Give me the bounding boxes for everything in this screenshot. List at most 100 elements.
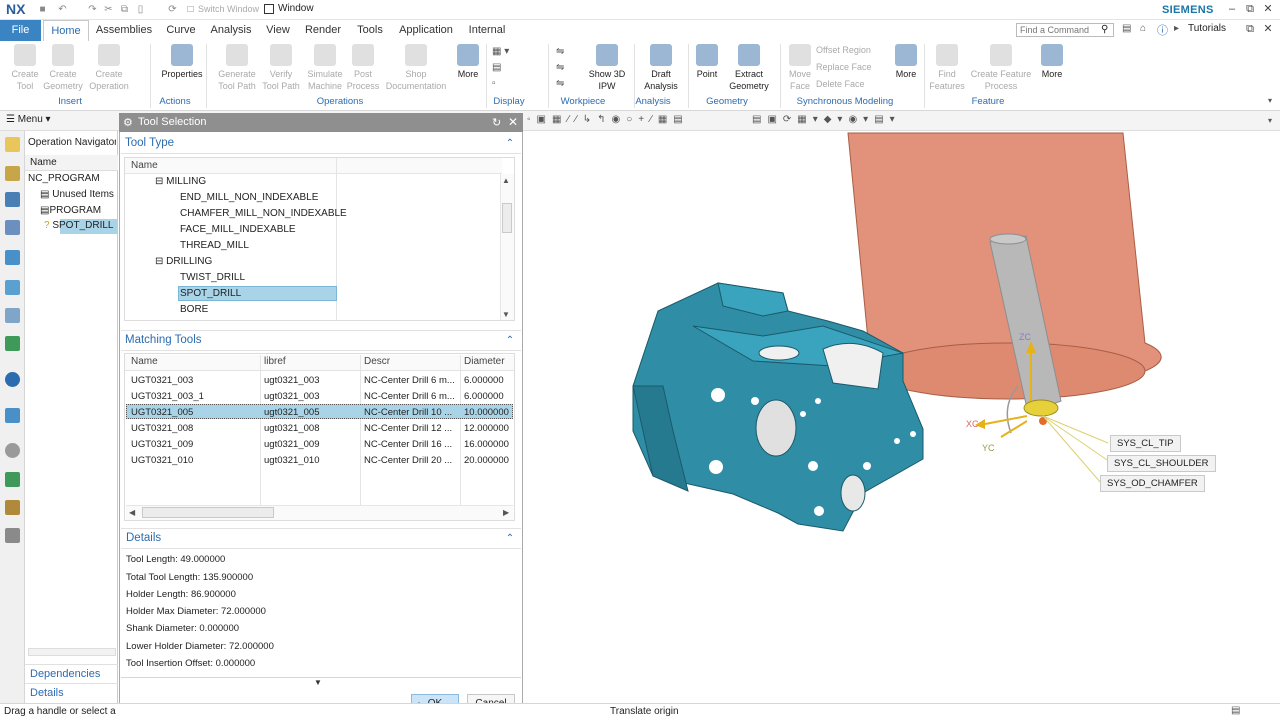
table-cell[interactable]: NC-Center Drill 20 ... bbox=[364, 455, 458, 466]
collapse-details-icon[interactable]: ⌃ bbox=[505, 534, 515, 544]
table-cell[interactable]: 20.000000 bbox=[464, 455, 512, 466]
ribbon-close-icon[interactable]: ✕ bbox=[1261, 23, 1275, 36]
table-cell[interactable]: NC-Center Drill 10 ... bbox=[364, 407, 458, 418]
group-geometry[interactable]: Geometry bbox=[700, 96, 754, 107]
tab-tools[interactable]: Tools bbox=[352, 20, 388, 41]
close-icon[interactable]: ✕ bbox=[1261, 3, 1275, 16]
web-browser-icon[interactable] bbox=[5, 372, 20, 387]
navigator-item-spot-drill[interactable]: ? SPOT_DRILL bbox=[44, 220, 113, 231]
save-icon[interactable]: ■ bbox=[36, 3, 49, 16]
group-feature[interactable]: Feature bbox=[962, 96, 1014, 107]
ribbon-restore-icon[interactable]: ⧉ bbox=[1243, 23, 1257, 36]
group-insert[interactable]: Insert bbox=[40, 96, 100, 107]
switch-window-button[interactable]: Switch Window bbox=[198, 4, 259, 14]
table-cell[interactable]: ugt0321_009 bbox=[264, 439, 358, 450]
move-face-button[interactable]: Move Face bbox=[780, 44, 820, 92]
table-cell[interactable]: 6.000000 bbox=[464, 375, 512, 386]
window-menu[interactable]: Window bbox=[278, 3, 314, 14]
layout-icon[interactable]: ▤ bbox=[1122, 23, 1131, 34]
table-cell[interactable]: UGT0321_005 bbox=[131, 407, 257, 418]
group-synchronous-modeling[interactable]: Synchronous Modeling bbox=[790, 96, 900, 107]
tree-item-end-mill[interactable]: END_MILL_NON_INDEXABLE bbox=[180, 192, 318, 203]
hd3d-tools-icon[interactable] bbox=[5, 336, 20, 351]
tab-view[interactable]: View bbox=[262, 20, 294, 41]
sys-od-chamfer-label[interactable]: SYS_OD_CHAMFER bbox=[1100, 475, 1205, 492]
toolbar-overflow-icon[interactable]: ▾ bbox=[1268, 116, 1272, 125]
verify-tool-path-button[interactable]: Verify Tool Path bbox=[256, 44, 306, 92]
tab-internal[interactable]: Internal bbox=[464, 20, 510, 41]
ribbon-overflow-icon[interactable]: ▾ bbox=[1268, 96, 1272, 105]
find-command-input[interactable] bbox=[1016, 23, 1114, 37]
tree-vertical-scrollbar[interactable] bbox=[500, 174, 514, 320]
table-cell[interactable]: NC-Center Drill 16 ... bbox=[364, 439, 458, 450]
extract-geometry-button[interactable]: Extract Geometry bbox=[726, 44, 772, 92]
machine-tool-icon[interactable] bbox=[5, 166, 20, 181]
scroll-left-icon[interactable]: ◀ bbox=[129, 508, 135, 517]
table-cell[interactable]: 6.000000 bbox=[464, 391, 512, 402]
group-operations[interactable]: Operations bbox=[300, 96, 380, 107]
collapse-icon[interactable]: ⊟ bbox=[155, 256, 163, 267]
create-operation-button[interactable]: Create Operation bbox=[84, 44, 134, 92]
tab-file[interactable]: File bbox=[0, 20, 41, 41]
sys-cl-shoulder-label[interactable]: SYS_CL_SHOULDER bbox=[1107, 455, 1216, 472]
tab-home[interactable]: Home bbox=[43, 20, 89, 41]
table-cell[interactable]: UGT0321_003_1 bbox=[131, 391, 257, 402]
dialog-close-icon[interactable]: ✕ bbox=[508, 115, 518, 129]
column-descr[interactable]: Descr bbox=[364, 356, 390, 367]
column-diameter[interactable]: Diameter bbox=[464, 356, 505, 367]
restore-icon[interactable]: ⧉ bbox=[1243, 3, 1257, 16]
table-cell[interactable]: NC-Center Drill 6 m... bbox=[364, 391, 458, 402]
tutorials-link[interactable]: Tutorials bbox=[1188, 23, 1226, 34]
switch-window-icon[interactable]: □ bbox=[184, 3, 197, 16]
table-cell[interactable]: ugt0321_010 bbox=[264, 455, 358, 466]
table-cell[interactable]: UGT0321_010 bbox=[131, 455, 257, 466]
sys-cl-tip-label[interactable]: SYS_CL_TIP bbox=[1110, 435, 1181, 452]
reuse-library-icon[interactable] bbox=[5, 308, 20, 323]
table-cell[interactable]: 10.000000 bbox=[464, 407, 512, 418]
table-cell[interactable]: 12.000000 bbox=[464, 423, 512, 434]
navigator-dependencies-panel[interactable]: Dependencies bbox=[25, 664, 118, 682]
paste-icon[interactable]: ▯ bbox=[134, 3, 147, 16]
column-name[interactable]: Name bbox=[131, 356, 158, 367]
table-cell[interactable]: NC-Center Drill 6 m... bbox=[364, 375, 458, 386]
collapse-icon[interactable]: ⊟ bbox=[155, 176, 163, 187]
group-workpiece[interactable]: Workpiece bbox=[555, 96, 611, 107]
render-toolbar-icons[interactable]: ▤▣⟳▦▾◆▾◉▾▤▾ bbox=[752, 114, 901, 125]
tree-item-spot-drill[interactable]: SPOT_DRILL bbox=[180, 288, 241, 299]
table-cell[interactable]: UGT0321_003 bbox=[131, 375, 257, 386]
tab-render[interactable]: Render bbox=[302, 20, 344, 41]
search-icon[interactable]: ⚲ bbox=[1101, 24, 1108, 35]
table-cell[interactable]: ugt0321_005 bbox=[264, 407, 358, 418]
more-sync-button[interactable]: More bbox=[888, 44, 924, 80]
navigator-column-name[interactable]: Name bbox=[30, 157, 57, 168]
part-viewport-svg[interactable] bbox=[523, 131, 1280, 703]
minimize-icon[interactable]: – bbox=[1225, 3, 1239, 16]
reset-icon[interactable]: ↻ bbox=[492, 116, 501, 129]
home-icon[interactable]: ⌂ bbox=[1140, 23, 1146, 34]
scroll-up-icon[interactable]: ▲ bbox=[502, 176, 510, 185]
more-operations-button[interactable]: More bbox=[450, 44, 486, 80]
find-features-button[interactable]: Find Features bbox=[924, 44, 970, 92]
collapse-matching-icon[interactable]: ⌃ bbox=[505, 336, 515, 346]
tool-type-column-header[interactable]: Name bbox=[125, 158, 502, 174]
part-navigator-icon[interactable] bbox=[5, 280, 20, 295]
post-process-button[interactable]: Post Process bbox=[338, 44, 388, 92]
properties-button[interactable]: Properties bbox=[156, 44, 208, 80]
navigator-horizontal-scrollbar[interactable] bbox=[28, 648, 116, 656]
tutorials-icon[interactable]: ▸ bbox=[1174, 23, 1179, 34]
shop-documentation-button[interactable]: Shop Documentation bbox=[384, 44, 448, 92]
expand-more-icon[interactable]: ▼ bbox=[314, 678, 322, 687]
tree-item-face-mill[interactable]: FACE_MILL_INDEXABLE bbox=[180, 224, 296, 235]
tree-item-twist-drill[interactable]: TWIST_DRILL bbox=[180, 272, 245, 283]
yc-axis-line[interactable] bbox=[1000, 420, 1028, 438]
tool-type-heading[interactable]: Tool Type bbox=[125, 137, 174, 149]
create-geometry-button[interactable]: Create Geometry bbox=[38, 44, 88, 92]
table-cell[interactable]: ugt0321_003 bbox=[264, 375, 358, 386]
offset-region-item[interactable]: Offset Region bbox=[816, 45, 871, 55]
history-icon[interactable] bbox=[5, 408, 20, 423]
group-display[interactable]: Display bbox=[486, 96, 532, 107]
table-cell[interactable]: ugt0321_003 bbox=[264, 391, 358, 402]
tree-node-milling[interactable]: ⊟ MILLING bbox=[155, 176, 206, 187]
tab-curve[interactable]: Curve bbox=[161, 20, 201, 41]
repeat-command-icon[interactable]: ⟳ bbox=[166, 3, 179, 16]
